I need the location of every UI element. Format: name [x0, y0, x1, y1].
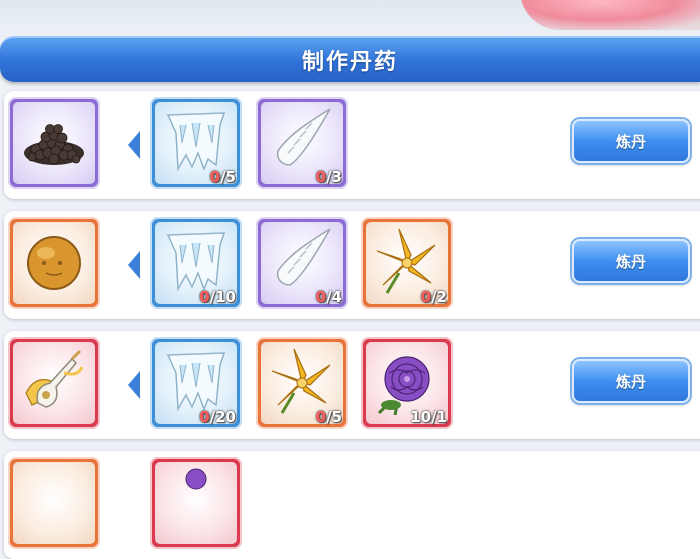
ingredient-slot[interactable]: 0/2 — [361, 217, 453, 309]
jade-pipa-icon — [25, 349, 84, 408]
ingredient-slot[interactable] — [150, 457, 242, 549]
background-art — [0, 0, 700, 40]
product-slot-jade-pipa[interactable] — [8, 337, 100, 429]
product-slot[interactable] — [8, 457, 100, 549]
product-slot-black-pills[interactable] — [8, 97, 100, 189]
craft-pill-button[interactable]: 炼丹 — [572, 239, 690, 283]
ingredient-slot[interactable]: 0/20 — [150, 337, 242, 429]
ingredient-count: 0/4 — [315, 288, 342, 306]
ingredient-count: 0/10 — [199, 288, 236, 306]
ingredient-slot[interactable]: 0/4 — [256, 217, 348, 309]
craft-pill-button[interactable]: 炼丹 — [572, 359, 690, 403]
recipe-row: 0/5 0/3 炼丹 — [4, 91, 700, 199]
ingredient-slot[interactable]: 0/5 — [256, 337, 348, 429]
ingredient-slot[interactable]: 10/1 — [361, 337, 453, 429]
golden-pill-icon — [27, 236, 81, 290]
page-title: 制作丹药 — [301, 50, 398, 75]
ingredient-slot[interactable]: 0/3 — [256, 97, 348, 189]
product-slot-golden-pill[interactable] — [8, 217, 100, 309]
arrow-left-icon — [128, 131, 140, 159]
ingredient-count: 0/2 — [420, 288, 447, 306]
ingredient-slot[interactable]: 0/5 — [150, 97, 242, 189]
ingredient-count: 10/1 — [410, 408, 447, 426]
ingredient-count: 0/3 — [315, 168, 342, 186]
recipe-row: 0/10 0/4 0/2 炼丹 — [4, 211, 700, 319]
ingredient-count: 0/5 — [315, 408, 342, 426]
arrow-left-icon — [128, 371, 140, 399]
item-icon — [185, 468, 207, 490]
recipe-row — [4, 451, 700, 559]
panel-header: 制作丹药 — [0, 36, 700, 82]
recipe-row: 0/20 0/5 10/1 炼丹 — [4, 331, 700, 439]
ingredient-count: 0/20 — [199, 408, 236, 426]
ingredient-count: 0/5 — [209, 168, 236, 186]
arrow-left-icon — [128, 251, 140, 279]
black-pills-icon — [24, 124, 84, 165]
ingredient-slot[interactable]: 0/10 — [150, 217, 242, 309]
character-hair-art — [520, 0, 700, 30]
craft-pill-button[interactable]: 炼丹 — [572, 119, 690, 163]
